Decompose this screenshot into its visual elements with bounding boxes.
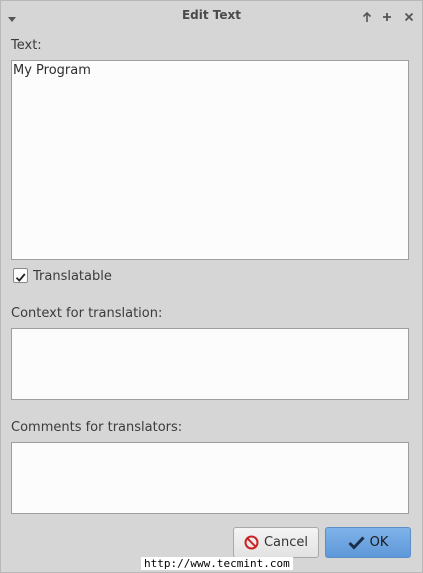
title-bar: Edit Text [1,1,422,28]
close-icon[interactable] [403,8,415,22]
context-field-label: Context for translation: [11,306,163,321]
checkmark-icon [15,273,26,282]
comments-input[interactable] [11,442,409,514]
maximize-icon[interactable] [381,8,393,21]
cancel-button[interactable]: Cancel [233,527,319,558]
comments-field-label: Comments for translators: [11,420,183,435]
text-input[interactable]: My Program [11,60,409,260]
ok-button-label: OK [369,535,389,550]
text-field-label: Text: [11,38,42,53]
watermark-url: http://www.tecmint.com [141,557,293,570]
context-input[interactable] [11,328,409,400]
cancel-icon [244,535,259,550]
translatable-checkbox[interactable] [13,268,28,283]
window-title: Edit Text [181,8,242,22]
ok-button[interactable]: OK [325,527,411,558]
translatable-label[interactable]: Translatable [33,269,112,284]
keep-above-icon[interactable] [361,8,373,22]
cancel-button-label: Cancel [263,535,309,550]
checkmark-icon [348,535,365,550]
edit-text-dialog: Edit Text Text: My Program Translatable … [0,0,423,573]
